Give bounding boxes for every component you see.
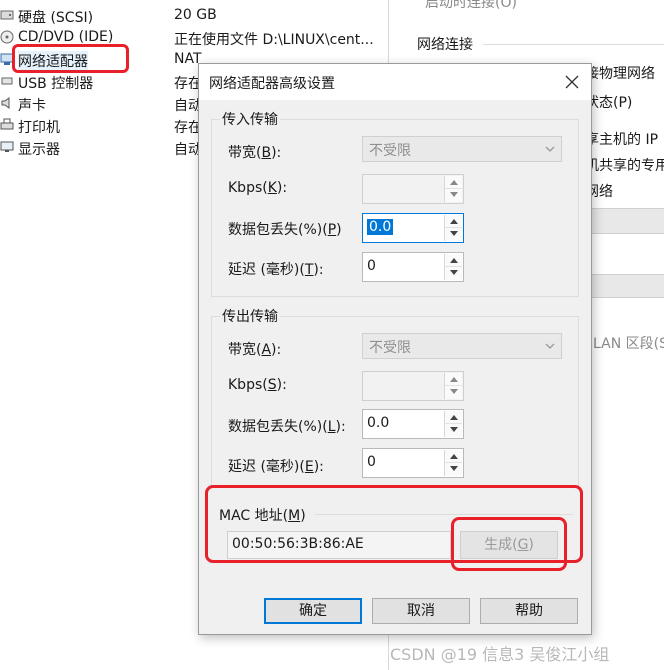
- nat-option-label[interactable]: 享主机的 IP: [585, 129, 658, 149]
- chevron-down-icon: [543, 339, 557, 353]
- custom-network-select[interactable]: [583, 208, 664, 234]
- advanced-network-settings-dialog: 网络适配器高级设置 传入传输 带宽(B): 不受限 Kbps(K): 数据包丢失…: [198, 63, 592, 635]
- device-name: USB 控制器: [18, 76, 94, 92]
- cd-dvd-icon: [0, 30, 14, 44]
- outgoing-bandwidth-select[interactable]: 不受限: [362, 333, 562, 359]
- spin-down-icon[interactable]: [444, 228, 462, 241]
- spin-up-icon[interactable]: [444, 411, 462, 424]
- incoming-latency-value: 0: [367, 258, 376, 274]
- lan-segment-select[interactable]: [583, 274, 664, 298]
- bridged-option-label[interactable]: 接物理网络: [585, 63, 655, 83]
- highlight-box-network-adapter: [12, 44, 129, 73]
- incoming-bandwidth-value: 不受限: [369, 143, 411, 159]
- incoming-latency-label: 延迟 (毫秒)(T):: [228, 262, 324, 278]
- spin-down-icon[interactable]: [444, 189, 462, 202]
- spin-down-icon[interactable]: [444, 424, 462, 437]
- network-connection-title: 网络连接: [417, 37, 473, 53]
- outgoing-transfer-title: 传出传输: [220, 306, 280, 326]
- spin-up-icon[interactable]: [444, 373, 462, 386]
- spin-up-icon[interactable]: [444, 254, 462, 267]
- outgoing-transfer-group: 传出传输 带宽(A): 不受限 Kbps(S): 数据包丢失(%)(L): 0.…: [211, 306, 579, 488]
- incoming-packet-loss-value: 0.0: [367, 219, 394, 235]
- spin-down-icon[interactable]: [444, 267, 462, 280]
- device-summary: 20 GB: [174, 7, 217, 23]
- device-name: CD/DVD (IDE): [18, 29, 114, 45]
- host-only-option-label[interactable]: 机共享的专用: [585, 155, 664, 175]
- printer-icon: [0, 118, 14, 132]
- incoming-bandwidth-label: 带宽(B):: [228, 145, 282, 161]
- incoming-kbps-label: Kbps(K):: [228, 180, 288, 196]
- outgoing-latency-value: 0: [367, 454, 376, 470]
- incoming-packet-loss-input[interactable]: 0.0: [362, 213, 464, 243]
- device-name: 打印机: [18, 120, 60, 136]
- spin-down-icon[interactable]: [444, 463, 462, 476]
- incoming-bandwidth-select[interactable]: 不受限: [362, 136, 562, 162]
- device-summary: 正在使用文件 D:\LINUX\cent...: [174, 32, 374, 48]
- cancel-button[interactable]: 取消: [372, 598, 470, 624]
- sound-card-icon: [0, 96, 14, 110]
- incoming-latency-input[interactable]: 0: [362, 252, 464, 282]
- incoming-packet-loss-label: 数据包丢失(%)(P): [228, 222, 342, 238]
- hard-disk-icon: [0, 8, 14, 22]
- chevron-down-icon: [543, 142, 557, 156]
- outgoing-latency-input[interactable]: 0: [362, 448, 464, 478]
- outgoing-packet-loss-input[interactable]: 0.0: [362, 409, 464, 439]
- csdn-watermark: CSDN @19 信息3 吴俊江小组: [390, 645, 610, 664]
- section-divider: [483, 44, 664, 45]
- highlight-box-generate-button: [451, 517, 567, 571]
- outgoing-kbps-label: Kbps(S):: [228, 377, 287, 393]
- spin-up-icon[interactable]: [444, 450, 462, 463]
- device-name: 显示器: [18, 142, 60, 158]
- usb-controller-icon: [0, 74, 14, 88]
- outgoing-bandwidth-value: 不受限: [369, 340, 411, 356]
- outgoing-packet-loss-value: 0.0: [367, 415, 390, 431]
- ok-button[interactable]: 确定: [264, 598, 362, 624]
- dialog-titlebar[interactable]: 网络适配器高级设置: [199, 64, 591, 100]
- outgoing-packet-loss-label: 数据包丢失(%)(L):: [228, 419, 346, 435]
- close-icon[interactable]: [559, 70, 585, 94]
- spin-down-icon[interactable]: [444, 386, 462, 399]
- spin-up-icon[interactable]: [444, 215, 462, 228]
- help-button[interactable]: 帮助: [480, 598, 578, 624]
- display-icon: [0, 140, 14, 154]
- incoming-kbps-input[interactable]: [362, 174, 464, 204]
- replicate-state-label[interactable]: 状态(P): [585, 92, 632, 112]
- spin-up-icon[interactable]: [444, 176, 462, 189]
- outgoing-kbps-input[interactable]: [362, 371, 464, 401]
- device-name: 硬盘 (SCSI): [18, 10, 94, 26]
- lan-segment-button[interactable]: LAN 区段(S: [593, 333, 664, 353]
- connect-at-startup-checkbox-label[interactable]: 启动时连接(O): [425, 0, 517, 12]
- incoming-transfer-title: 传入传输: [220, 109, 280, 129]
- outgoing-bandwidth-label: 带宽(A):: [228, 342, 282, 358]
- outgoing-latency-label: 延迟 (毫秒)(E):: [228, 459, 324, 475]
- dialog-title: 网络适配器高级设置: [209, 76, 335, 92]
- device-name: 声卡: [18, 98, 46, 114]
- incoming-transfer-group: 传入传输 带宽(B): 不受限 Kbps(K): 数据包丢失(%)(P) 0.0…: [211, 109, 579, 297]
- device-row-hard-disk[interactable]: 硬盘 (SCSI) 20 GB: [0, 5, 390, 27]
